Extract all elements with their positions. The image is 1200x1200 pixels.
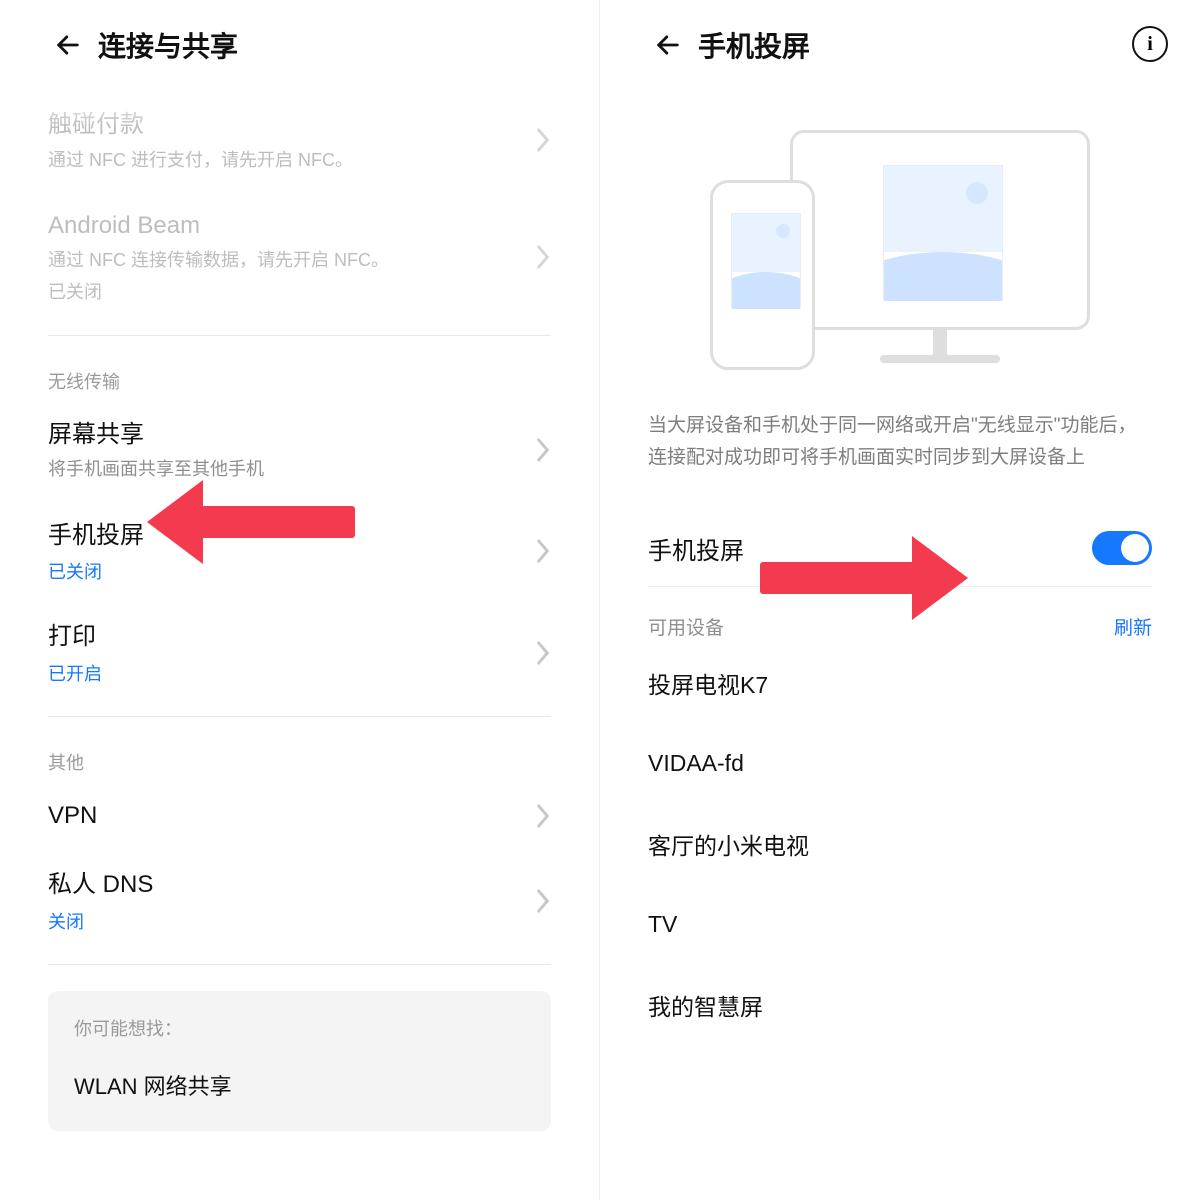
- device-item[interactable]: TV: [648, 885, 1152, 962]
- divider: [48, 964, 551, 965]
- item-private-dns[interactable]: 私人 DNS 关闭: [48, 850, 551, 952]
- item-title: 屏幕共享: [48, 418, 551, 452]
- suggestion-hint: 你可能想找：: [74, 1015, 525, 1041]
- screen-cast: 手机投屏 当大屏设备和手机处于同一网络或开启"无线显示"功能后，连接配对成功即可…: [600, 0, 1200, 1200]
- header: 连接与共享: [0, 0, 599, 90]
- item-tap-pay[interactable]: 触碰付款 通过 NFC 进行支付，请先开启 NFC。: [48, 90, 551, 191]
- item-title: VPN: [48, 799, 551, 833]
- devices-label: 可用设备: [648, 613, 724, 640]
- item-title: 手机投屏: [48, 519, 551, 553]
- chevron-right-icon: [535, 803, 551, 829]
- chevron-right-icon: [535, 437, 551, 463]
- back-button[interactable]: [48, 25, 88, 65]
- item-title: 私人 DNS: [48, 868, 551, 902]
- chevron-right-icon: [535, 127, 551, 153]
- cast-description: 当大屏设备和手机处于同一网络或开启"无线显示"功能后，连接配对成功即可将手机画面…: [600, 400, 1200, 475]
- arrow-left-icon: [654, 31, 682, 59]
- cast-illustration: [710, 130, 1090, 370]
- page-title: 连接与共享: [98, 25, 238, 65]
- item-subtitle: 通过 NFC 进行支付，请先开启 NFC。: [48, 148, 551, 173]
- suggestion-item[interactable]: WLAN 网络共享: [74, 1069, 525, 1101]
- refresh-button[interactable]: 刷新: [1114, 613, 1152, 640]
- info-button[interactable]: [1132, 26, 1168, 62]
- item-subtitle: 通过 NFC 连接传输数据，请先开启 NFC。: [48, 248, 551, 273]
- item-status: 关闭: [48, 908, 551, 934]
- chevron-right-icon: [535, 888, 551, 914]
- item-vpn[interactable]: VPN: [48, 781, 551, 851]
- item-print[interactable]: 打印 已开启: [48, 602, 551, 704]
- item-status: 已关闭: [48, 280, 551, 305]
- device-item[interactable]: VIDAA-fd: [648, 724, 1152, 801]
- arrow-left-icon: [54, 31, 82, 59]
- chevron-right-icon: [535, 538, 551, 564]
- header: 手机投屏: [600, 0, 1200, 90]
- devices-header: 可用设备 刷新: [648, 613, 1152, 640]
- section-wireless: 无线传输: [48, 344, 551, 400]
- divider: [48, 335, 551, 336]
- divider: [48, 716, 551, 717]
- toggle-label: 手机投屏: [648, 531, 744, 566]
- back-button[interactable]: [648, 25, 688, 65]
- chevron-right-icon: [535, 244, 551, 270]
- cast-toggle[interactable]: [1092, 531, 1152, 565]
- section-other: 其他: [48, 725, 551, 781]
- device-item[interactable]: 我的智慧屏: [648, 962, 1152, 1046]
- monitor-icon: [790, 130, 1090, 330]
- item-screen-share[interactable]: 屏幕共享 将手机画面共享至其他手机: [48, 400, 551, 501]
- chevron-right-icon: [535, 640, 551, 666]
- item-status: 已开启: [48, 660, 551, 686]
- item-android-beam[interactable]: Android Beam 通过 NFC 连接传输数据，请先开启 NFC。 已关闭: [48, 191, 551, 323]
- suggestion-box: 你可能想找： WLAN 网络共享: [48, 991, 551, 1131]
- item-title: 打印: [48, 620, 551, 654]
- item-subtitle: 将手机画面共享至其他手机: [48, 457, 551, 482]
- settings-list: 触碰付款 通过 NFC 进行支付，请先开启 NFC。 Android Beam …: [0, 90, 599, 1131]
- device-item[interactable]: 投屏电视K7: [648, 640, 1152, 724]
- device-item[interactable]: 客厅的小米电视: [648, 801, 1152, 885]
- screen-connection-sharing: 连接与共享 触碰付款 通过 NFC 进行支付，请先开启 NFC。 Android…: [0, 0, 600, 1200]
- cast-toggle-row: 手机投屏: [648, 511, 1152, 587]
- item-title: Android Beam: [48, 209, 551, 243]
- item-cast[interactable]: 手机投屏 已关闭: [48, 501, 551, 603]
- phone-icon: [710, 180, 815, 370]
- item-title: 触碰付款: [48, 108, 551, 142]
- page-title: 手机投屏: [698, 25, 810, 65]
- item-status: 已关闭: [48, 558, 551, 584]
